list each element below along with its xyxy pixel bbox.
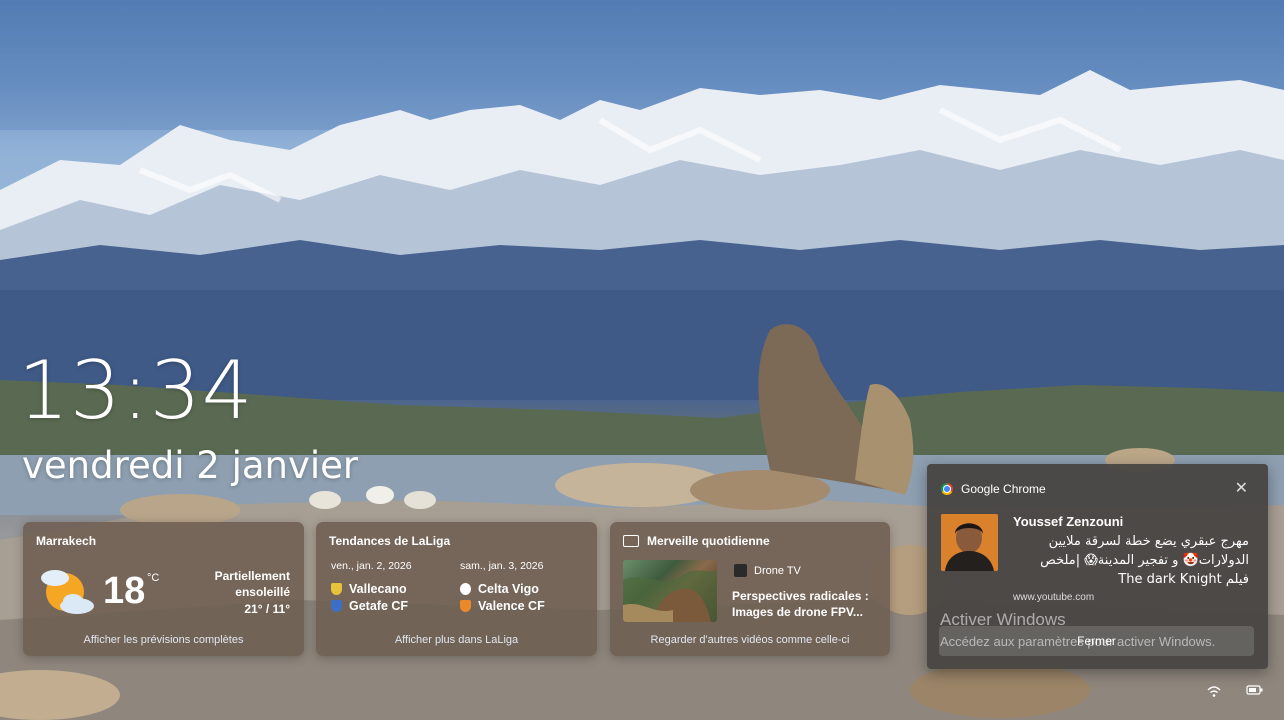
celta-crest-icon xyxy=(460,583,471,595)
daily-wonder-header: Merveille quotidienne xyxy=(623,534,770,548)
match1-away-team[interactable]: Getafe CF xyxy=(331,599,408,613)
match2-home-team[interactable]: Celta Vigo xyxy=(460,582,539,596)
partly-sunny-icon xyxy=(37,564,95,616)
close-icon[interactable]: ✕ xyxy=(1235,478,1248,498)
activation-watermark-title: Activer Windows xyxy=(940,610,1066,629)
valencia-crest-icon xyxy=(460,600,471,612)
laliga-widget[interactable]: Tendances de LaLiga ven., jan. 2, 2026 s… xyxy=(316,522,597,656)
weather-forecast-link[interactable]: Afficher les prévisions complètes xyxy=(23,634,304,646)
match2-away-team[interactable]: Valence CF xyxy=(460,599,545,613)
weather-unit: °C xyxy=(147,572,160,584)
weather-location: Marrakech xyxy=(36,534,97,548)
wifi-icon[interactable] xyxy=(1206,684,1222,701)
chrome-icon xyxy=(941,483,953,495)
match1-home-team[interactable]: Vallecano xyxy=(331,582,407,596)
notification-sender: Youssef Zenzouni xyxy=(1013,514,1124,529)
lockscreen-date: vendredi 2 janvier xyxy=(22,444,359,487)
getafe-crest-icon xyxy=(331,600,342,612)
video-thumbnail[interactable] xyxy=(623,560,717,622)
notification-message: مهرج عبقري يضع خطة لسرقة ملايين الدولارا… xyxy=(1040,534,1249,587)
daily-more-videos-link[interactable]: Regarder d'autres vidéos comme celle-ci xyxy=(610,634,890,646)
notification-url: www.youtube.com xyxy=(1013,592,1095,603)
weather-temperature: 18 xyxy=(103,570,146,612)
lockscreen-clock: 13:34 xyxy=(18,344,254,437)
drone-tv-logo-icon xyxy=(734,564,747,577)
battery-icon[interactable] xyxy=(1246,684,1264,699)
laliga-title: Tendances de LaLiga xyxy=(329,534,451,548)
activation-watermark-subtitle: Accédez aux paramètres pour activer Wind… xyxy=(940,634,1216,649)
weather-range: 21° / 11° xyxy=(244,602,290,616)
avatar xyxy=(941,514,998,571)
laliga-more-link[interactable]: Afficher plus dans LaLiga xyxy=(316,634,597,646)
weather-condition: Partiellement ensoleillé xyxy=(214,569,290,599)
daily-wonder-widget[interactable]: Merveille quotidienne Drone TV Perspecti… xyxy=(610,522,890,656)
notification-app: Google Chrome xyxy=(941,482,1046,496)
match2-date: sam., jan. 3, 2026 xyxy=(460,560,544,572)
video-headline[interactable]: Perspectives radicales : Images de drone… xyxy=(732,588,882,620)
match1-date: ven., jan. 2, 2026 xyxy=(331,560,412,572)
video-icon xyxy=(623,535,639,547)
video-source: Drone TV xyxy=(734,564,801,577)
daily-wonder-title: Merveille quotidienne xyxy=(647,534,770,548)
weather-widget[interactable]: Marrakech 18 °C Partiellement ensoleillé… xyxy=(23,522,304,656)
vallecano-crest-icon xyxy=(331,583,342,595)
